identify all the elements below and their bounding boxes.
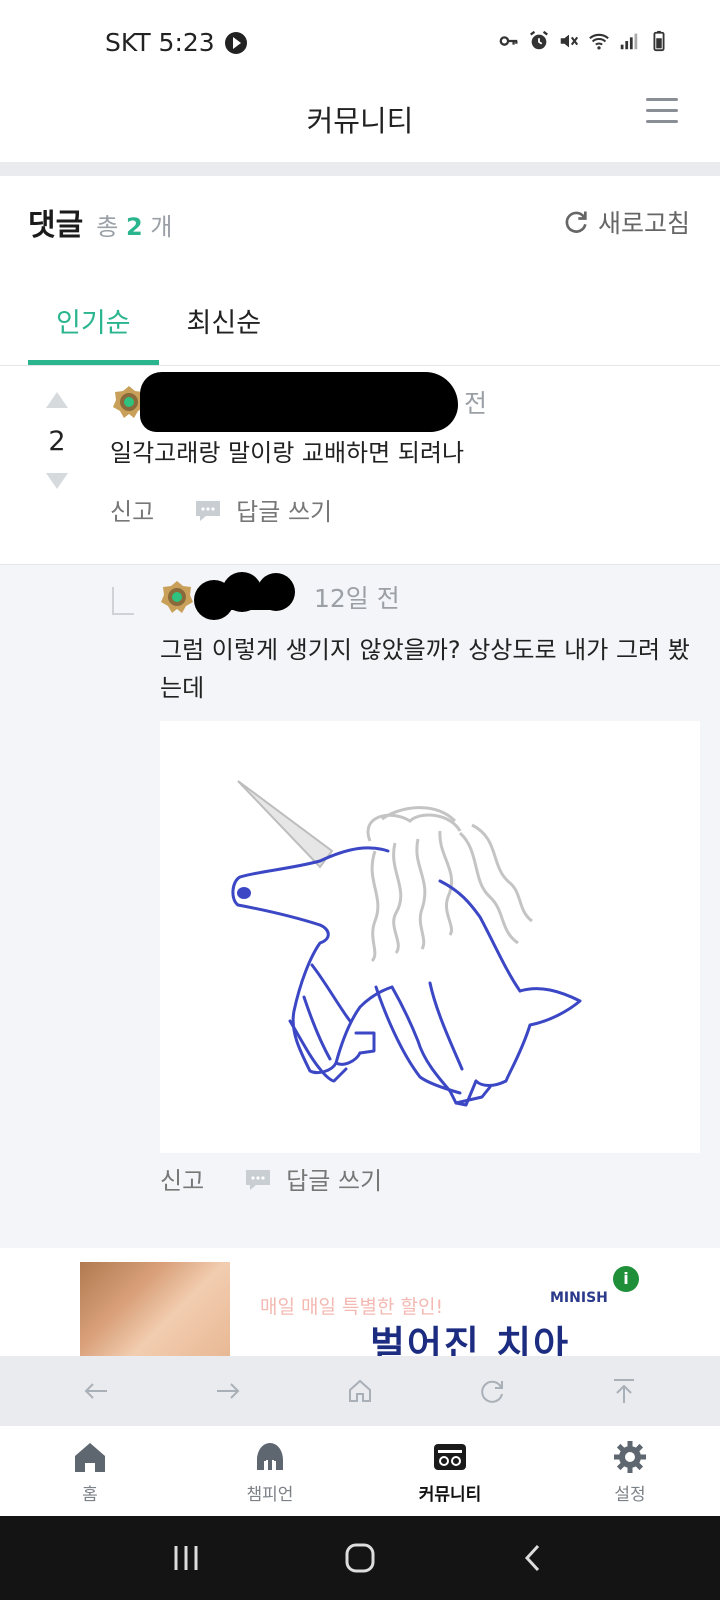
home-outline-icon[interactable] [345,1376,375,1406]
redacted-username [140,372,458,432]
comment-item: 2 전 일각고래랑 말이랑 교배하면 되려나 신고 답글 쓰기 [0,366,720,564]
tab-latest[interactable]: 최신순 [159,295,290,365]
nav-home[interactable]: 홈 [0,1426,180,1516]
bottom-tab-bar: 홈 챔피언 커뮤니티 설정 [0,1426,720,1516]
rank-badge-icon [161,581,193,613]
recent-apps-icon[interactable] [170,1542,202,1574]
back-arrow-icon[interactable] [81,1376,111,1406]
sort-tabs: 인기순 최신순 [28,295,289,365]
nav-label: 설정 [614,1485,646,1505]
total-suffix: 개 [150,213,173,241]
nav-label: 챔피언 [246,1485,294,1505]
refresh-label: 새로고침 [597,209,690,238]
scroll-top-icon[interactable] [609,1376,639,1406]
page-title: 커뮤니티 [306,104,414,138]
upvote-arrow-icon[interactable] [46,392,68,408]
comment-time: 12일 전 [314,584,400,613]
gear-icon [614,1441,646,1473]
alarm-icon [530,30,548,50]
comments-total: 총 2 개 [96,213,172,241]
media-playing-icon [224,31,247,54]
champion-icon [257,1443,283,1470]
nav-label: 커뮤니티 [418,1485,482,1505]
section-divider [0,162,720,176]
community-icon [434,1444,466,1470]
ad-banner[interactable]: 매일 매일 특별한 할인! MINISH 벌어진 치아 [0,1260,720,1356]
reply-indent-line [112,587,134,615]
comment-actions: 신고 답글 쓰기 [160,1161,382,1196]
home-button-icon[interactable] [343,1541,377,1575]
ad-photo [80,1262,230,1356]
nav-champion[interactable]: 챔피언 [180,1426,360,1516]
wifi-icon [589,33,609,50]
app-header: 커뮤니티 [0,90,720,162]
comment-author-row: 12일 전 [160,572,400,620]
comments-title: 댓글 [28,208,84,243]
comment-actions: 신고 답글 쓰기 [110,492,332,527]
reply-bubble-icon [246,1169,271,1190]
redacted-username [194,572,295,620]
nav-settings[interactable]: 설정 [540,1426,720,1516]
reply-button[interactable]: 답글 쓰기 [236,492,332,527]
report-button[interactable]: 신고 [110,492,154,527]
nav-community[interactable]: 커뮤니티 [360,1426,540,1516]
downvote-arrow-icon[interactable] [46,473,68,489]
comment-text: 그럼 이렇게 생기지 않았을까? 상상도로 내가 그려 봤는데 [160,636,690,702]
reply-bubble-icon [196,500,221,521]
reply-comment-item: 12일 전 그럼 이렇게 생기지 않았을까? 상상도로 내가 그려 봤는데 신고… [0,564,720,1248]
mute-icon [560,34,579,48]
status-left: SKT 5:23 [105,28,247,57]
back-button-icon[interactable] [518,1542,550,1574]
forward-arrow-icon[interactable] [213,1376,243,1406]
comments-header: 댓글 총 2 개 새로고침 [28,200,690,250]
comment-count: 2 [126,213,143,241]
tab-popular[interactable]: 인기순 [28,295,159,365]
battery-icon [653,30,665,52]
system-nav-bar [0,1516,720,1600]
vote-box: 2 [40,392,74,489]
unicorn-drawing [231,780,582,1107]
comment-author-row: 전 [112,372,488,432]
status-icons [498,30,670,52]
ad-brand: MINISH [550,1290,608,1306]
comment-time: 전 [464,389,488,418]
reload-icon[interactable] [477,1376,507,1406]
vote-count: 2 [48,426,66,457]
ad-headline: 벌어진 치아 [370,1323,571,1356]
signal-icon [620,33,638,50]
total-prefix: 총 [96,213,119,241]
ad-content[interactable]: 매일 매일 특별한 할인! MINISH 벌어진 치아 [80,1262,640,1356]
refresh-icon [565,211,587,233]
comment-text: 일각고래랑 말이랑 교배하면 되려나 [110,439,465,467]
status-bar: SKT 5:23 [0,0,720,90]
report-button[interactable]: 신고 [160,1161,204,1196]
nav-label: 홈 [82,1485,98,1505]
key-icon [499,36,518,46]
carrier-time: SKT 5:23 [105,28,215,57]
attached-image-unicorn-drawing[interactable] [160,721,700,1153]
ad-info-icon[interactable]: i [613,1266,639,1292]
reply-button[interactable]: 답글 쓰기 [286,1161,382,1196]
refresh-button[interactable]: 새로고침 [562,204,690,240]
hamburger-menu-icon[interactable] [646,98,678,126]
browser-nav-bar [0,1356,720,1426]
home-icon [75,1443,105,1472]
